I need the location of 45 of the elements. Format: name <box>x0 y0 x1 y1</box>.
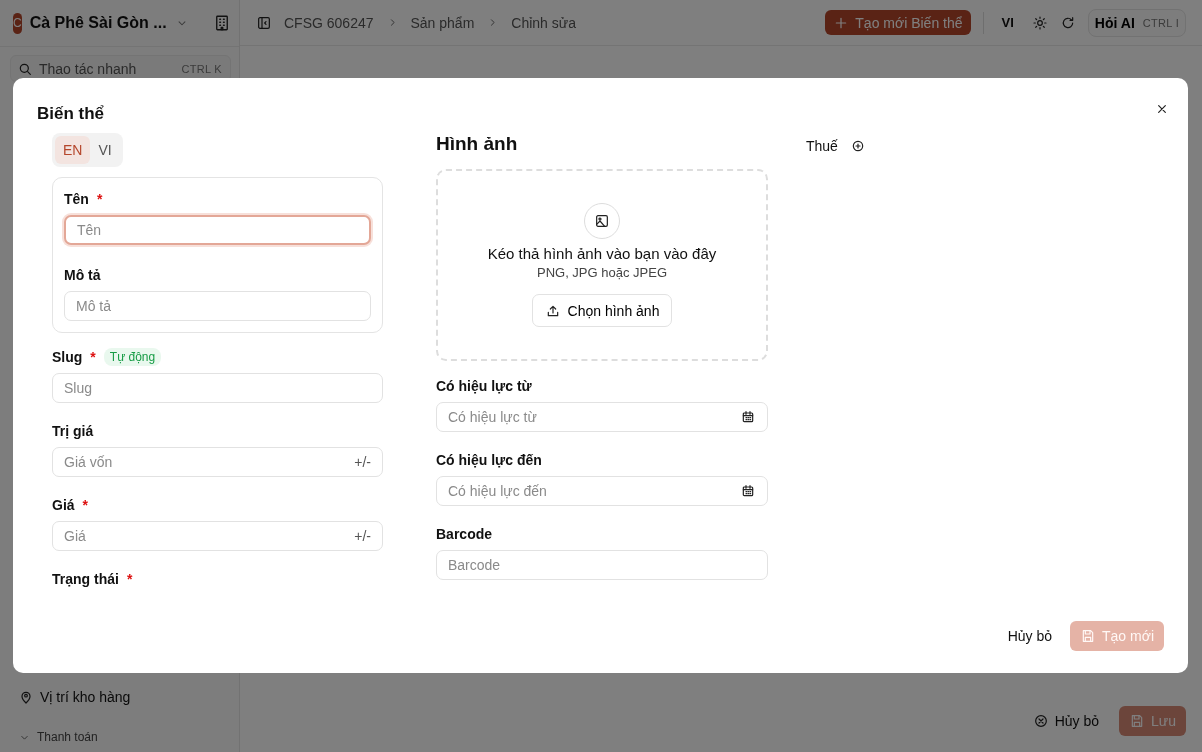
cancel-button[interactable]: Hủy bỏ <box>1032 707 1100 735</box>
text-field[interactable]: Tên <box>64 215 371 245</box>
location-pin-icon <box>18 689 34 705</box>
create-variant-button[interactable]: Tạo mới Biến thể <box>825 10 971 35</box>
increment-toggle[interactable]: +/- <box>354 528 371 544</box>
field-label: Barcode <box>436 526 493 542</box>
language-tab[interactable]: VI <box>90 136 120 164</box>
dropzone-hint: PNG, JPG hoặc JPEG <box>536 265 667 281</box>
workspace-logo: C <box>13 12 22 34</box>
field-label: Slug <box>52 349 83 365</box>
calendar-icon[interactable] <box>740 483 756 499</box>
calendar-icon[interactable] <box>740 409 756 425</box>
sidebar-item[interactable]: Vị trí kho hàng <box>0 682 239 712</box>
required-mark: * <box>126 571 133 587</box>
breadcrumb-item[interactable]: CFSG 606247 <box>284 14 374 31</box>
field-label: Giá <box>52 497 75 513</box>
date-field[interactable]: Có hiệu lực từ <box>436 402 768 432</box>
breadcrumb-item[interactable]: Chỉnh sửa <box>511 14 576 31</box>
sidebar-toggle-icon[interactable] <box>256 14 272 31</box>
image-dropzone[interactable]: Kéo thả hình ảnh vào bạn vào đây PNG, JPG hoặc JPEG Chọn hình ảnh <box>436 169 768 361</box>
sun-icon[interactable] <box>1031 14 1048 31</box>
field-label: Mô tả <box>64 267 101 283</box>
section-heading: Hình ảnh <box>436 133 519 156</box>
field-label: Có hiệu lực từ <box>436 378 532 394</box>
field-label: Có hiệu lực đến <box>436 452 542 468</box>
required-mark: * <box>96 191 103 207</box>
field-label: Trạng thái <box>52 571 119 587</box>
tax-label: Thuế <box>806 138 838 154</box>
dialog-title: Biến thể <box>37 104 105 124</box>
date-field[interactable]: Có hiệu lực đến <box>436 476 768 506</box>
workspace-name[interactable]: Cà Phê Sài Gòn ... <box>29 14 167 32</box>
increment-toggle[interactable]: +/- <box>354 454 371 470</box>
close-circle-icon <box>1032 713 1049 729</box>
auto-badge: Tự động <box>103 348 162 366</box>
language-tab[interactable]: EN <box>55 136 91 164</box>
choose-image-button[interactable]: Chọn hình ảnh <box>531 294 673 328</box>
language-toggle[interactable]: VI <box>1001 15 1014 30</box>
sidebar-group-header[interactable]: Thanh toán <box>0 724 239 750</box>
cancel-button[interactable]: Hủy bỏ <box>1007 621 1053 650</box>
dropzone-text: Kéo thả hình ảnh vào bạn vào đây <box>487 245 717 263</box>
field-label: Trị giá <box>52 423 94 439</box>
breadcrumb-item[interactable]: Sản phẩm <box>410 14 475 31</box>
required-mark: * <box>90 349 96 365</box>
required-mark: * <box>82 497 89 513</box>
field-label: Tên <box>64 191 89 207</box>
